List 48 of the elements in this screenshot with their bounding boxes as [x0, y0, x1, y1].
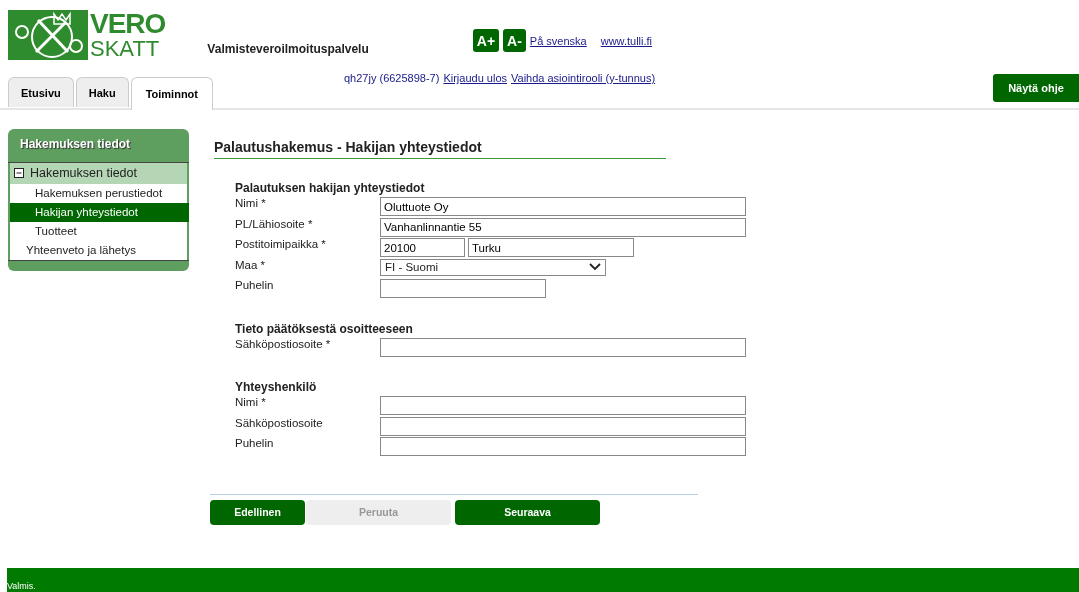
field-label: Puhelin: [235, 437, 275, 449]
field-label: Nimi *: [235, 197, 267, 209]
chevron-down-icon[interactable]: [589, 263, 601, 271]
field-label: Sähköpostiosoite *: [235, 337, 332, 350]
country-dropdown[interactable]: FI - Suomi: [380, 258, 606, 276]
page-title: Palautushakemus - Hakijan yhteystiedot: [214, 139, 666, 159]
field-label: Postitoimipaikka *: [235, 238, 327, 250]
tab[interactable]: Etusivu: [8, 77, 74, 107]
field-label: Nimi *: [235, 396, 267, 408]
sidebar-item[interactable]: Hakemuksen perustiedot: [10, 184, 187, 203]
section-title: Tieto päätöksestä osoitteeseen: [235, 321, 414, 336]
font-size-button[interactable]: A+: [472, 29, 500, 52]
sidebar-item[interactable]: Hakemuksen tiedot: [10, 163, 187, 184]
sidebar-item[interactable]: Tuotteet: [10, 222, 187, 241]
form-button[interactable]: Seuraava: [455, 499, 600, 525]
font-size-button[interactable]: A-: [503, 29, 526, 52]
input-field[interactable]: Vanhanlinnantie 55: [380, 217, 746, 237]
sidebar-item[interactable]: Hakijan yhteystiedot: [10, 203, 189, 222]
user-link[interactable]: Kirjaudu ulos: [443, 72, 507, 84]
help-button[interactable]: Näytä ohje: [993, 74, 1079, 102]
input-field[interactable]: [380, 279, 546, 298]
input-field[interactable]: [380, 437, 746, 456]
status-text: Valmis.: [7, 581, 36, 592]
field-label: Puhelin: [235, 279, 275, 291]
header-link[interactable]: www.tulli.fi: [600, 34, 653, 47]
form-button[interactable]: Edellinen: [210, 499, 305, 525]
field-label: PL/Lähiosoite *: [235, 217, 314, 230]
input-field[interactable]: Oluttuote Oy: [380, 197, 746, 216]
service-name: Valmisteveroilmoituspalvelu: [207, 42, 369, 56]
field-label: Maa *: [235, 258, 267, 271]
section-title: Palautuksen hakijan yhteystiedot: [235, 181, 426, 195]
tab[interactable]: Toiminnot: [130, 77, 213, 110]
logo-text: SKATT: [90, 38, 161, 60]
header-link[interactable]: På svenska: [529, 34, 587, 47]
input-field[interactable]: [380, 337, 746, 357]
postal-code-field[interactable]: 20100: [380, 238, 465, 257]
section-title: Yhteyshenkilö: [235, 380, 318, 394]
field-label: Sähköpostiosoite: [235, 416, 324, 429]
city-field[interactable]: Turku: [468, 238, 634, 257]
user-link[interactable]: Vaihda asiointirooli (y-tunnus): [511, 72, 656, 84]
tab[interactable]: Haku: [75, 77, 129, 107]
sidebar-item[interactable]: Yhteenveto ja lähetys: [10, 241, 187, 260]
logo-text: VERO: [90, 10, 166, 38]
input-field[interactable]: [380, 416, 746, 436]
sidebar-item-label: Hakemuksen tiedot: [30, 166, 137, 180]
collapse-icon[interactable]: [14, 168, 24, 178]
input-field[interactable]: [380, 396, 746, 415]
user-id: qh27jy (6625898-7): [344, 72, 440, 84]
